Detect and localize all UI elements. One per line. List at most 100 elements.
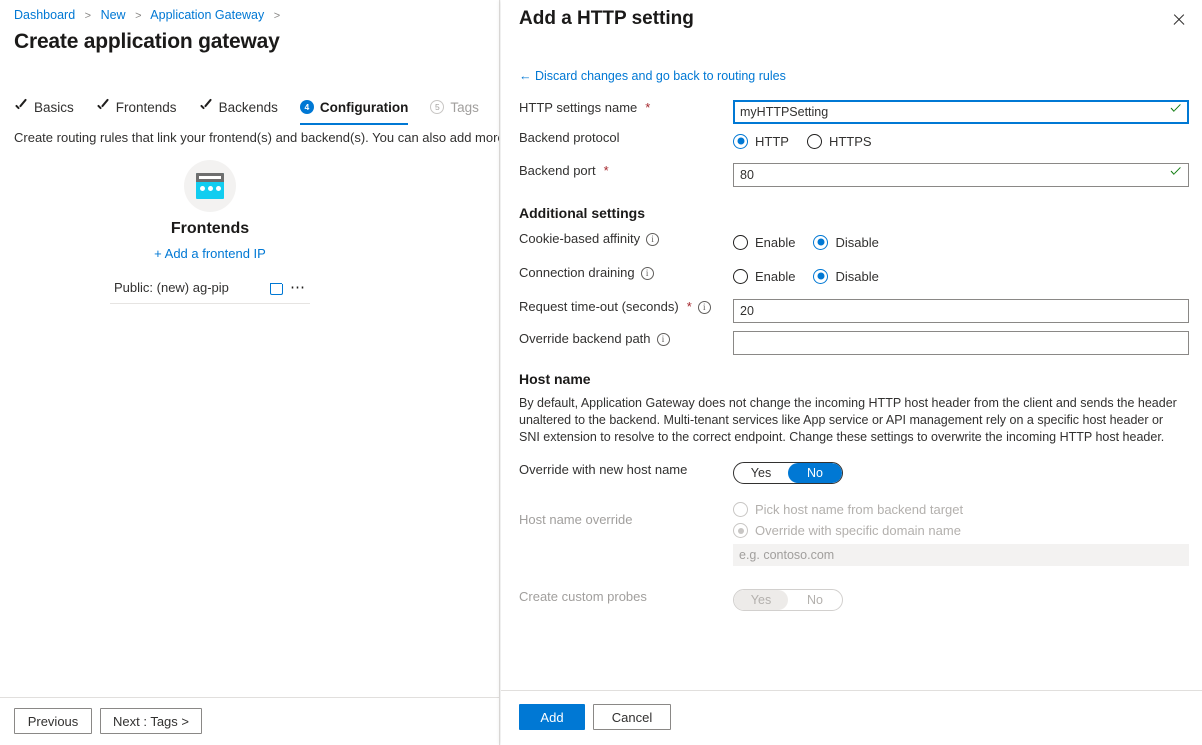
override-backend-path-input[interactable] xyxy=(733,331,1189,355)
request-timeout-input[interactable] xyxy=(733,299,1189,323)
wizard-pane: Dashboard > New > Application Gateway > … xyxy=(0,0,500,745)
tab-frontends[interactable]: Frontends xyxy=(96,96,177,122)
override-backend-path-input-wrap xyxy=(733,331,1189,355)
field-row-backend-protocol: Backend protocol HTTP HTTPS xyxy=(519,130,1189,163)
tab-label: Configuration xyxy=(320,100,408,115)
radio-icon xyxy=(813,235,828,250)
ellipsis-icon[interactable]: ⋯ xyxy=(290,285,306,291)
checkmark-icon xyxy=(14,100,28,114)
field-row-host-name-override: Host name override Pick host name from b… xyxy=(519,496,1189,544)
page-title: Create application gateway xyxy=(14,30,280,54)
panel-footer: Add Cancel xyxy=(501,690,1202,745)
toggle-option-yes: Yes xyxy=(734,590,788,610)
checkmark-icon xyxy=(1170,105,1181,113)
http-settings-name-input[interactable] xyxy=(733,100,1189,124)
radio-cookie-enable[interactable]: Enable xyxy=(733,235,795,250)
backend-protocol-radio-group: HTTP HTTPS xyxy=(733,130,1189,152)
close-icon[interactable] xyxy=(1170,11,1188,29)
tab-label: Frontends xyxy=(116,100,177,115)
radio-icon xyxy=(807,134,822,149)
toggle-option-yes[interactable]: Yes xyxy=(734,463,788,483)
http-settings-name-label: HTTP settings name* xyxy=(519,100,733,116)
toggle-option-no[interactable]: No xyxy=(788,463,842,483)
frontends-card: Frontends + Add a frontend IP Public: (n… xyxy=(110,160,310,304)
field-row-domain-name: e.g. contoso.com xyxy=(519,544,1189,589)
radio-icon xyxy=(733,523,748,538)
radio-https[interactable]: HTTPS xyxy=(807,134,872,149)
radio-icon xyxy=(733,235,748,250)
field-row-http-settings-name: HTTP settings name* xyxy=(519,100,1189,130)
radio-cookie-disable[interactable]: Disable xyxy=(813,235,878,250)
add-http-setting-panel: Add a HTTP setting ← Discard changes and… xyxy=(501,0,1202,745)
backend-port-input-wrap xyxy=(733,163,1189,187)
tab-backends[interactable]: Backends xyxy=(199,96,278,122)
radio-icon xyxy=(813,269,828,284)
tab-configuration[interactable]: 4 Configuration xyxy=(300,96,408,122)
previous-button[interactable]: Previous xyxy=(14,708,92,734)
request-timeout-input-wrap xyxy=(733,299,1189,323)
required-marker: * xyxy=(687,299,692,315)
radio-draining-disable[interactable]: Disable xyxy=(813,269,878,284)
window-title-bar xyxy=(196,173,224,182)
list-item[interactable]: Public: (new) ag-pip ⋯ xyxy=(110,275,310,304)
checkmark-icon xyxy=(96,100,110,114)
radio-icon xyxy=(733,502,748,517)
tab-label: Basics xyxy=(34,100,74,115)
breadcrumb-separator: > xyxy=(135,10,141,22)
cookie-affinity-label: Cookie-based affinity i xyxy=(519,231,733,247)
trash-icon[interactable] xyxy=(270,281,281,294)
domain-name-input: e.g. contoso.com xyxy=(733,544,1189,566)
create-custom-probes-label: Create custom probes xyxy=(519,589,733,605)
browser-window-icon xyxy=(196,173,224,199)
step-number-badge: 5 xyxy=(430,100,444,114)
tab-label: Tags xyxy=(450,100,479,115)
frontend-item-label: Public: (new) ag-pip xyxy=(114,280,229,295)
host-name-override-radio-group: Pick host name from backend target Overr… xyxy=(733,502,1189,538)
checkmark-icon xyxy=(199,100,213,114)
http-settings-name-input-wrap xyxy=(733,100,1189,124)
add-frontend-ip-link[interactable]: + Add a frontend IP xyxy=(110,246,310,261)
override-host-name-toggle[interactable]: Yes No xyxy=(733,462,843,484)
radio-pick-host-from-backend: Pick host name from backend target xyxy=(733,502,1189,517)
field-row-connection-draining: Connection draining i Enable Disable xyxy=(519,265,1189,299)
cancel-button[interactable]: Cancel xyxy=(593,704,671,730)
discard-changes-link[interactable]: ← Discard changes and go back to routing… xyxy=(519,69,786,83)
radio-http[interactable]: HTTP xyxy=(733,134,789,149)
override-backend-path-label: Override backend path i xyxy=(519,331,733,347)
breadcrumb-item-new[interactable]: New xyxy=(101,8,126,22)
connection-draining-label: Connection draining i xyxy=(519,265,733,281)
tab-basics[interactable]: Basics xyxy=(14,96,74,122)
info-icon[interactable]: i xyxy=(646,233,659,246)
required-marker: * xyxy=(604,163,609,179)
breadcrumb-item-application-gateway[interactable]: Application Gateway xyxy=(150,8,264,22)
info-icon[interactable]: i xyxy=(657,333,670,346)
panel-title: Add a HTTP setting xyxy=(519,8,694,30)
wizard-footer: Previous Next : Tags > xyxy=(0,697,499,745)
breadcrumb-separator: > xyxy=(85,10,91,22)
frontends-title: Frontends xyxy=(110,220,310,238)
info-icon[interactable]: i xyxy=(641,267,654,280)
field-row-request-timeout: Request time-out (seconds)* i xyxy=(519,299,1189,331)
field-row-create-custom-probes: Create custom probes Yes No xyxy=(519,589,1189,619)
frontend-list: Public: (new) ag-pip ⋯ xyxy=(110,275,310,304)
info-icon[interactable]: i xyxy=(698,301,711,314)
connection-draining-radio-group: Enable Disable xyxy=(733,265,1189,287)
backend-protocol-label: Backend protocol xyxy=(519,130,733,146)
backend-port-input[interactable] xyxy=(733,163,1189,187)
additional-settings-heading: Additional settings xyxy=(519,205,1189,221)
field-row-backend-port: Backend port* xyxy=(519,163,1189,201)
tab-tags[interactable]: 5 Tags xyxy=(430,96,479,122)
cookie-affinity-radio-group: Enable Disable xyxy=(733,231,1189,253)
create-custom-probes-toggle: Yes No xyxy=(733,589,843,611)
next-tags-button[interactable]: Next : Tags > xyxy=(100,708,202,734)
add-button[interactable]: Add xyxy=(519,704,585,730)
breadcrumb-item-dashboard[interactable]: Dashboard xyxy=(14,8,75,22)
field-row-cookie-affinity: Cookie-based affinity i Enable Disable xyxy=(519,231,1189,265)
breadcrumb: Dashboard > New > Application Gateway > xyxy=(14,8,286,22)
radio-draining-enable[interactable]: Enable xyxy=(733,269,795,284)
azure-portal-create-application-gateway: Dashboard > New > Application Gateway > … xyxy=(0,0,1202,745)
radio-icon xyxy=(733,269,748,284)
breadcrumb-separator: > xyxy=(274,10,280,22)
frontends-icon-circle xyxy=(184,160,236,212)
tab-label: Backends xyxy=(219,100,278,115)
